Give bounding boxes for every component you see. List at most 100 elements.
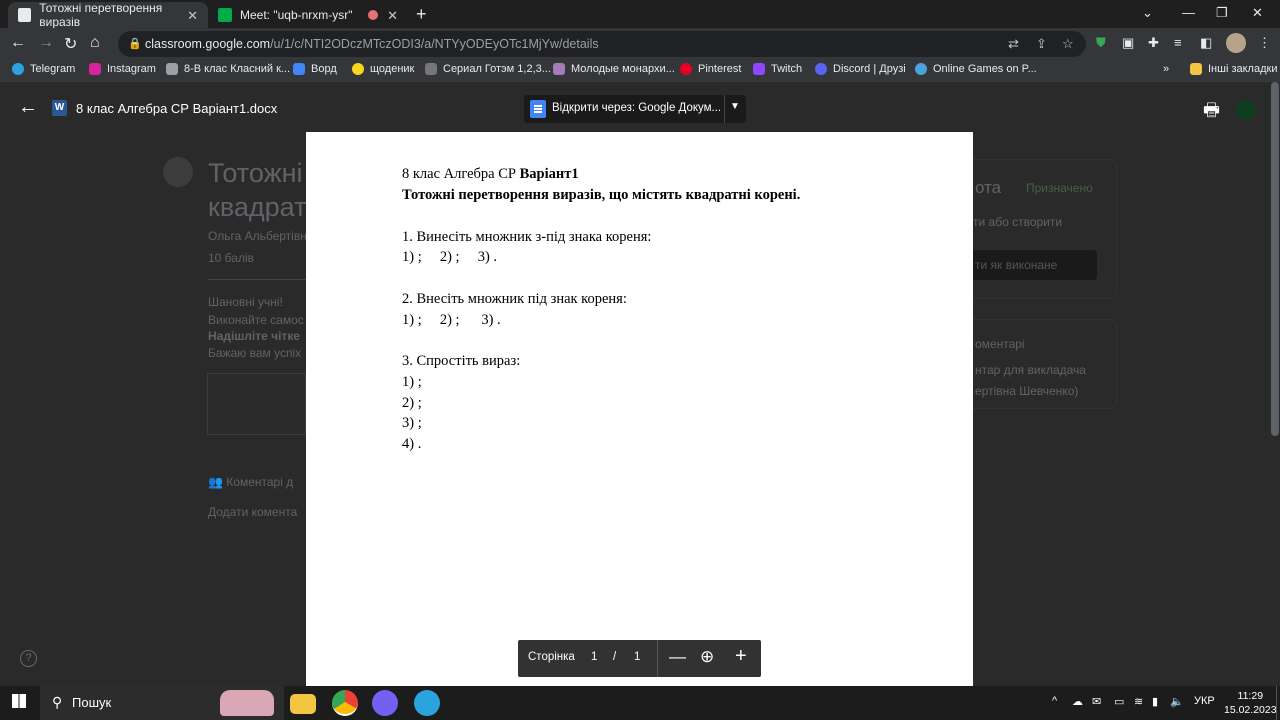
- class-comments-text: Коментарі д: [226, 475, 294, 489]
- dropdown-caret-icon[interactable]: ▼: [730, 101, 740, 112]
- telegram-icon[interactable]: [414, 690, 440, 716]
- bookmark-label: Інші закладки: [1208, 63, 1278, 75]
- recording-icon: [368, 10, 378, 20]
- maximize-icon[interactable]: ❐: [1216, 5, 1228, 21]
- chrome-icon[interactable]: [332, 690, 358, 716]
- taskbar-search[interactable]: ⚲ Пошук: [40, 686, 284, 720]
- bookmark-item[interactable]: Молодые монархи...: [553, 63, 675, 75]
- bookmark-item[interactable]: Discord | Друзі: [815, 63, 906, 75]
- back-arrow-icon[interactable]: ←: [10, 34, 26, 52]
- account-avatar[interactable]: [1236, 100, 1256, 120]
- viber-icon[interactable]: [372, 690, 398, 716]
- file-viewer-overlay: Тотожні квадрат Ольга Альбертівн 10 балі…: [0, 82, 1280, 686]
- zoom-fit-icon[interactable]: ⊕: [700, 647, 714, 667]
- print-icon[interactable]: 🖶: [1203, 98, 1220, 128]
- more-bookmarks-icon[interactable]: »: [1163, 63, 1169, 75]
- volume-icon[interactable]: 🔈: [1170, 695, 1184, 708]
- bookmark-item[interactable]: Instagram: [89, 63, 156, 75]
- bookmark-label: щоденик: [370, 63, 415, 75]
- bookmark-label: Twitch: [771, 63, 803, 75]
- instruction-line: Бажаю вам успіх: [208, 346, 302, 360]
- zoom-out-icon[interactable]: —: [669, 647, 686, 667]
- back-arrow-icon[interactable]: ←: [18, 96, 38, 119]
- translate-icon[interactable]: ⇄: [1008, 36, 1019, 52]
- tab-meet[interactable]: Meet: "uqb-nrxm-ysr" ✕: [208, 2, 408, 28]
- battery-icon[interactable]: ▮: [1152, 695, 1158, 708]
- home-icon[interactable]: ⌂: [90, 34, 100, 52]
- notification-icon[interactable]: ✉: [1092, 695, 1101, 708]
- other-bookmarks-folder[interactable]: Інші закладки: [1190, 63, 1277, 75]
- system-clock[interactable]: 11:29 15.02.2023: [1224, 689, 1277, 717]
- tab-search-icon[interactable]: ⌄: [1142, 5, 1153, 21]
- pinterest-icon: [680, 63, 692, 75]
- minimize-icon[interactable]: —: [1182, 5, 1195, 20]
- mark-done-label: ти як виконане: [975, 258, 1058, 272]
- add-or-create-button: ти або створити: [973, 215, 1063, 229]
- instruction-line: Надішліте чітке: [208, 329, 300, 343]
- address-bar[interactable]: 🔒 classroom.google.com/u/1/c/NTI2ODczMTc…: [118, 31, 1086, 57]
- wifi-icon[interactable]: ≋: [1134, 695, 1143, 708]
- word-file-icon: W: [52, 100, 67, 116]
- bookmark-star-icon[interactable]: ☆: [1062, 36, 1074, 52]
- bookmark-item[interactable]: щоденик: [352, 63, 414, 75]
- display-icon[interactable]: ▭: [1114, 695, 1124, 708]
- current-page[interactable]: 1: [591, 651, 597, 663]
- instagram-icon: [89, 63, 101, 75]
- bookmark-label: 8-В клас Класний к...: [184, 63, 291, 75]
- assignment-icon: [163, 157, 193, 187]
- bookmark-item[interactable]: Online Games on P...: [915, 63, 1037, 75]
- telegram-icon: [12, 63, 24, 75]
- show-desktop-button[interactable]: [1276, 686, 1280, 720]
- tab-classroom[interactable]: Тотожні перетворення виразів ✕: [8, 1, 208, 29]
- people-icon: 👥: [208, 475, 227, 489]
- puzzle-icon[interactable]: ✚: [1148, 35, 1159, 51]
- forward-arrow-icon[interactable]: →: [38, 34, 54, 52]
- site-icon: [553, 63, 565, 75]
- menu-icon[interactable]: ⋮: [1258, 35, 1271, 51]
- bookmark-label: Ворд: [311, 63, 337, 75]
- bookmark-item[interactable]: 8-В клас Класний к...: [166, 63, 290, 75]
- attachment-card: [207, 373, 306, 435]
- shield-extension-icon[interactable]: ⛊: [1096, 35, 1106, 51]
- close-tab-icon[interactable]: ✕: [387, 8, 398, 24]
- help-icon[interactable]: ?: [20, 650, 37, 667]
- close-window-icon[interactable]: ✕: [1252, 5, 1263, 21]
- bookmark-item[interactable]: Сериал Готэм 1,2,3...: [425, 63, 551, 75]
- question-3-item: 2) ;: [402, 395, 422, 411]
- media-icon[interactable]: ≡: [1174, 35, 1182, 50]
- question-3-item: 4) .: [402, 436, 422, 452]
- close-tab-icon[interactable]: ✕: [187, 8, 198, 24]
- windows-start-icon[interactable]: [12, 694, 26, 708]
- page-label: Сторінка: [528, 651, 575, 663]
- cloud-icon[interactable]: ☁: [1072, 695, 1083, 708]
- bookmark-item[interactable]: Twitch: [753, 63, 802, 75]
- reload-icon[interactable]: ↻: [64, 34, 77, 54]
- bookmark-item[interactable]: Pinterest: [680, 63, 741, 75]
- bookmark-item[interactable]: Telegram: [12, 63, 75, 75]
- open-with-button[interactable]: Відкрити через: Google Докум... ▼: [524, 95, 746, 123]
- share-icon[interactable]: ⇪: [1036, 36, 1047, 52]
- zoom-in-icon[interactable]: +: [735, 645, 747, 668]
- add-comment-link: Додати комента: [208, 505, 298, 519]
- lock-icon[interactable]: 🔒: [128, 37, 142, 50]
- show-hidden-icons[interactable]: ^: [1052, 695, 1057, 707]
- new-tab-icon[interactable]: +: [416, 4, 427, 25]
- private-comments-title: оментарі: [975, 337, 1025, 351]
- extension-icon[interactable]: ▣: [1122, 35, 1134, 51]
- side-panel-icon[interactable]: ◧: [1200, 35, 1212, 51]
- scrollbar[interactable]: [1271, 82, 1279, 436]
- clock-date: 15.02.2023: [1224, 704, 1277, 716]
- your-work-title: ота: [975, 178, 1002, 197]
- folder-icon: [1190, 63, 1202, 75]
- bookmark-label: Сериал Готэм 1,2,3...: [443, 63, 551, 75]
- profile-avatar[interactable]: [1226, 33, 1246, 53]
- lightbulb-icon: [352, 63, 364, 75]
- windows-taskbar: ⚲ Пошук ^ ☁ ✉ ▭ ≋ ▮ 🔈 УКР 11:29 15.02.20…: [0, 686, 1280, 720]
- language-indicator[interactable]: УКР: [1194, 695, 1215, 707]
- assignment-author: Ольга Альбертівн: [208, 229, 307, 243]
- file-explorer-icon[interactable]: [290, 694, 316, 714]
- bookmark-item[interactable]: Ворд: [293, 63, 337, 75]
- assignment-title-line1: Тотожні: [208, 158, 303, 188]
- divider: [657, 640, 658, 677]
- instruction-line: Виконайте самос: [208, 313, 304, 327]
